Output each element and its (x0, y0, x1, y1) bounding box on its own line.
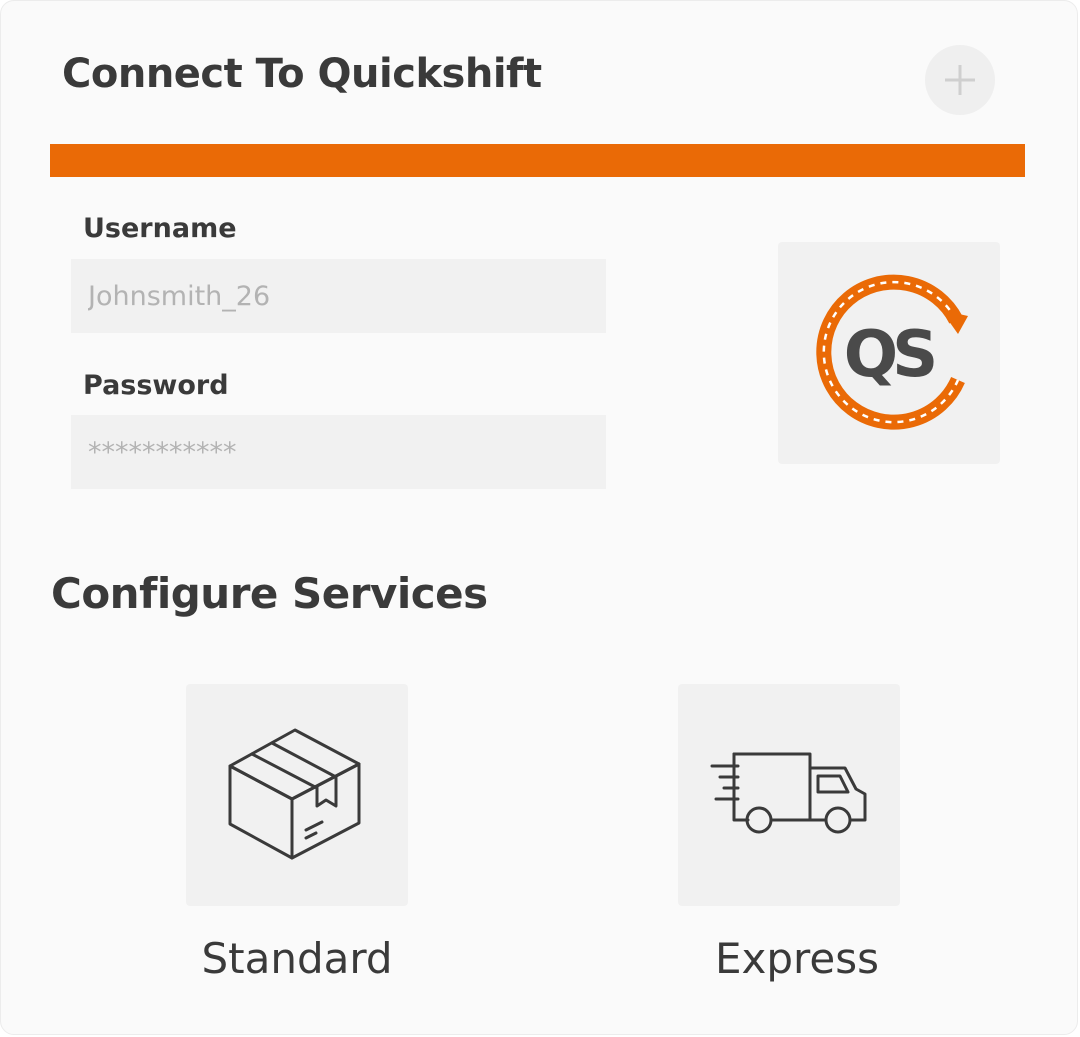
add-button[interactable] (925, 45, 995, 115)
password-input[interactable] (71, 415, 606, 489)
service-label-standard: Standard (201, 934, 393, 983)
username-input[interactable] (71, 259, 606, 333)
package-box-icon (228, 728, 361, 860)
username-label: Username (83, 213, 237, 244)
connect-panel: Connect To Quickshift Username Password … (0, 0, 1078, 1035)
page-title: Connect To Quickshift (62, 51, 542, 97)
service-card-express[interactable] (678, 684, 900, 906)
plus-icon (945, 65, 975, 95)
password-label: Password (83, 370, 229, 401)
quickshift-logo-card: QS (778, 242, 1000, 464)
delivery-truck-icon (710, 752, 867, 834)
accent-divider (50, 144, 1025, 177)
logo-text: QS (844, 318, 934, 392)
service-label-express: Express (714, 934, 879, 983)
section-title-services: Configure Services (51, 569, 488, 618)
quickshift-logo: QS (816, 274, 968, 430)
service-card-standard[interactable] (186, 684, 408, 906)
